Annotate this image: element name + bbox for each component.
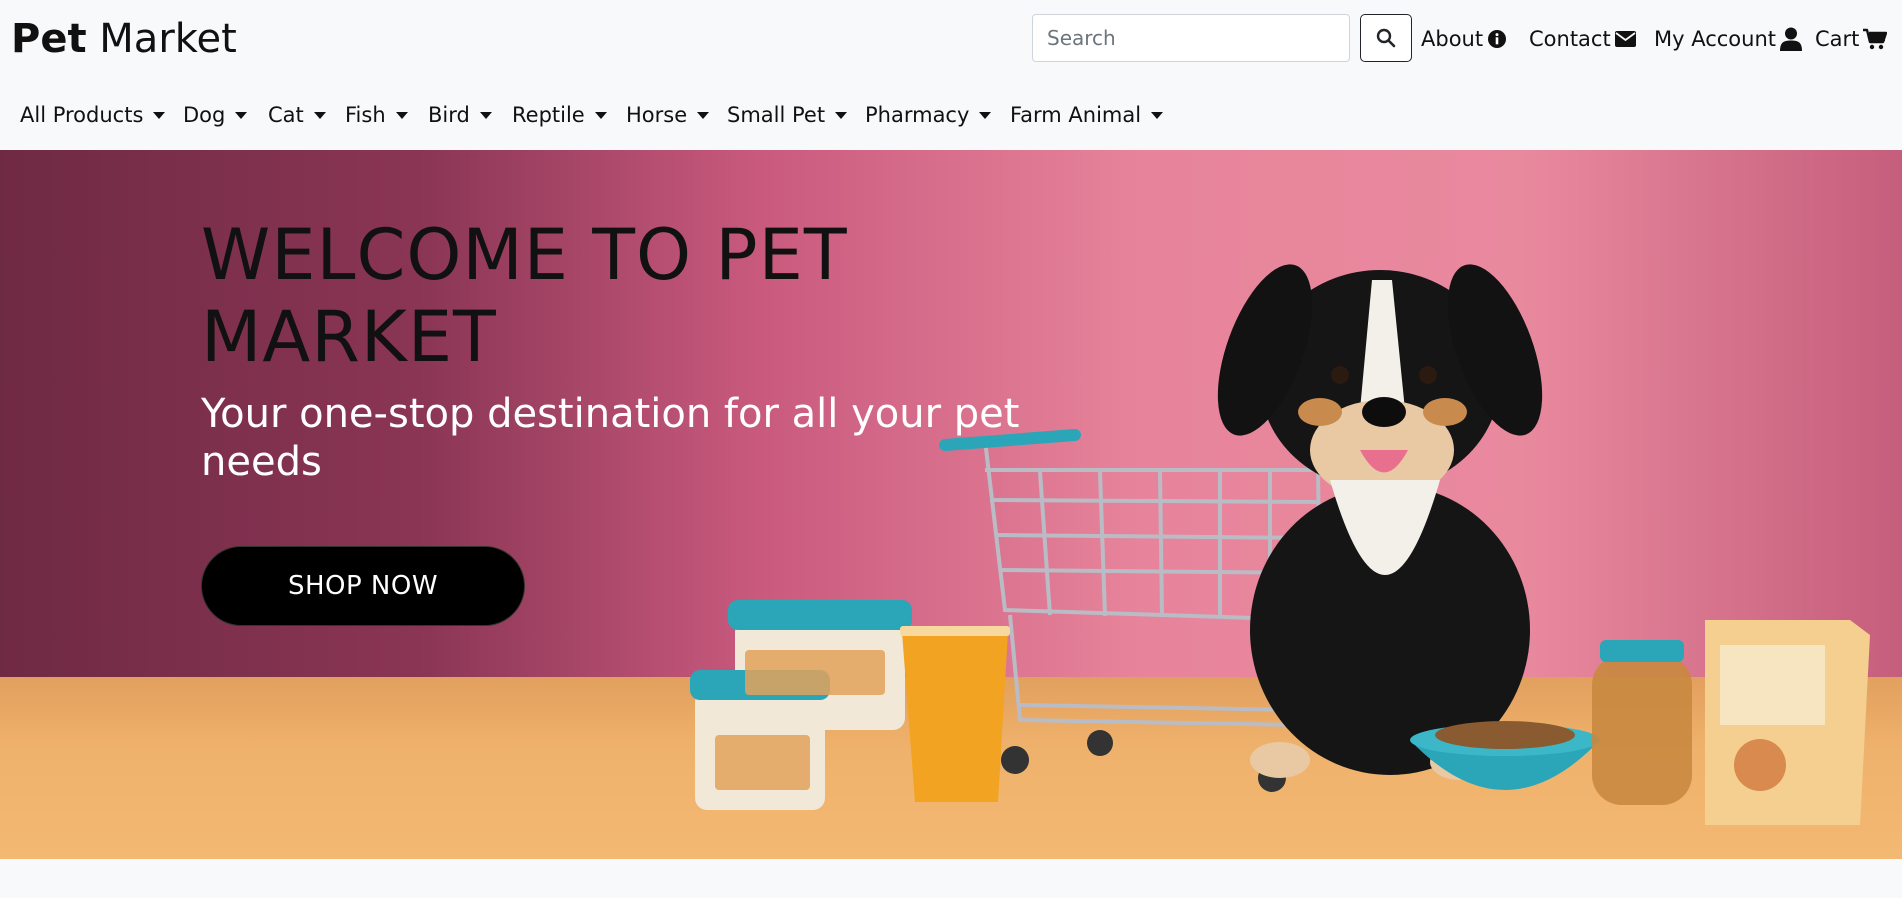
nav-label: All Products xyxy=(20,103,144,127)
shop-now-button[interactable]: SHOP NOW xyxy=(201,546,525,626)
caret-down-icon xyxy=(979,111,992,119)
pet-food-containers-illustration xyxy=(690,600,1010,810)
my-account-link[interactable]: My Account xyxy=(1654,24,1803,54)
cart-icon xyxy=(1863,28,1888,50)
caret-down-icon xyxy=(153,111,166,119)
search-icon xyxy=(1376,28,1396,48)
caret-down-icon xyxy=(594,111,607,119)
nav-small-pet[interactable]: Small Pet xyxy=(727,96,848,134)
nav-pharmacy[interactable]: Pharmacy xyxy=(865,96,992,134)
hero-subtitle: Your one-stop destination for all your p… xyxy=(201,391,1020,485)
nav-label: Dog xyxy=(183,103,226,127)
nav-label: Cat xyxy=(268,103,304,127)
nav-farm-animal[interactable]: Farm Animal xyxy=(1010,96,1164,134)
nav-label: Small Pet xyxy=(727,103,826,127)
nav-label: Farm Animal xyxy=(1010,103,1142,127)
brand-bold: Pet xyxy=(11,16,87,62)
brand-light: Market xyxy=(99,16,237,62)
nav-bird[interactable]: Bird xyxy=(428,96,492,134)
info-circle-icon xyxy=(1488,30,1507,48)
about-label: About xyxy=(1421,27,1484,51)
caret-down-icon xyxy=(835,111,848,119)
nav-label: Pharmacy xyxy=(865,103,970,127)
nav-dog[interactable]: Dog xyxy=(183,96,248,134)
nav-reptile[interactable]: Reptile xyxy=(512,96,607,134)
nav-cat[interactable]: Cat xyxy=(268,96,326,134)
hero-title: WELCOME TO PET MARKET xyxy=(201,214,848,378)
cart-label: Cart xyxy=(1815,27,1860,51)
cart-link[interactable]: Cart xyxy=(1815,24,1888,54)
nav-label: Reptile xyxy=(512,103,585,127)
nav-all-products[interactable]: All Products xyxy=(20,96,166,134)
search-input[interactable] xyxy=(1032,14,1350,62)
contact-label: Contact xyxy=(1529,27,1611,51)
search-button[interactable] xyxy=(1360,14,1412,62)
contact-link[interactable]: Contact xyxy=(1529,24,1636,54)
brand-logo[interactable]: Pet Market xyxy=(11,16,237,62)
caret-down-icon xyxy=(697,111,710,119)
nav-fish[interactable]: Fish xyxy=(345,96,408,134)
caret-down-icon xyxy=(479,111,492,119)
nav-horse[interactable]: Horse xyxy=(626,96,710,134)
caret-down-icon xyxy=(235,111,248,119)
about-link[interactable]: About xyxy=(1421,24,1507,54)
user-icon xyxy=(1780,27,1803,51)
nav-label: Bird xyxy=(428,103,470,127)
category-nav: All Products Dog Cat Fish Bird Reptile H… xyxy=(0,96,1902,134)
envelope-icon xyxy=(1614,31,1636,47)
top-header: Pet Market About Contact My Account Cart xyxy=(0,0,1902,150)
dog-illustration xyxy=(1217,264,1543,780)
page-bottom-area xyxy=(0,859,1902,898)
my-account-label: My Account xyxy=(1654,27,1777,51)
caret-down-icon xyxy=(1151,111,1164,119)
nav-label: Horse xyxy=(626,103,688,127)
caret-down-icon xyxy=(313,111,326,119)
nav-label: Fish xyxy=(345,103,386,127)
hero-banner: WELCOME TO PET MARKET Your one-stop dest… xyxy=(0,150,1902,859)
caret-down-icon xyxy=(395,111,408,119)
